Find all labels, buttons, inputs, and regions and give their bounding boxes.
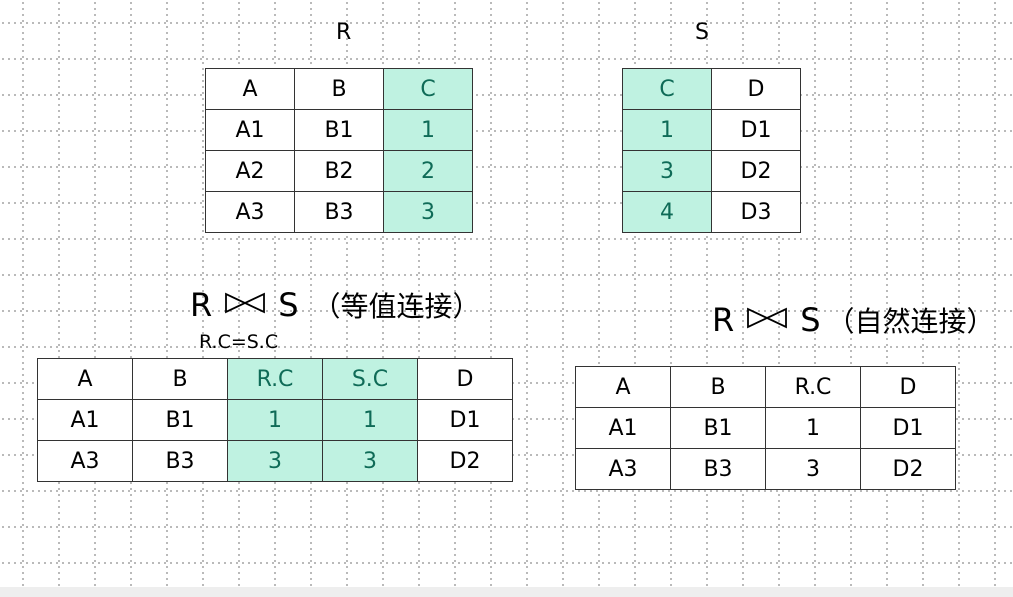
table-cell: 1 xyxy=(622,109,712,151)
column-header: D xyxy=(711,68,801,110)
table-row: A2 B2 2 xyxy=(205,150,473,192)
table-cell: D2 xyxy=(417,440,513,482)
table-cell: 3 xyxy=(227,440,323,482)
table-row: A1 B1 1 1 D1 xyxy=(37,399,513,441)
column-header: A xyxy=(205,68,295,110)
column-header: B xyxy=(670,366,766,408)
table-row: A3 B3 3 3 D2 xyxy=(37,440,513,482)
table-header-row: A B R.C S.C D xyxy=(37,358,513,400)
table-cell: A3 xyxy=(575,448,671,490)
table-cell: B1 xyxy=(132,399,228,441)
table-row: A3 B3 3 D2 xyxy=(575,448,956,490)
equijoin-note: （等值连接） xyxy=(312,290,481,323)
table-cell: A1 xyxy=(37,399,133,441)
table-cell: B1 xyxy=(670,407,766,449)
table-header-row: CD xyxy=(622,68,801,110)
bottom-strip xyxy=(0,587,1013,597)
column-header: A xyxy=(575,366,671,408)
column-header: B xyxy=(132,358,228,400)
table-cell: A2 xyxy=(205,150,295,192)
table-cell: B3 xyxy=(670,448,766,490)
equijoin-right-relation: S xyxy=(278,286,299,324)
table-cell: A1 xyxy=(205,109,295,151)
dotted-grid-canvas xyxy=(0,0,1013,587)
table-cell: 1 xyxy=(322,399,418,441)
column-header: R.C xyxy=(227,358,323,400)
relation-s-title: S xyxy=(695,20,709,45)
table-cell: B2 xyxy=(294,150,384,192)
table-cell: A1 xyxy=(575,407,671,449)
column-header: D xyxy=(417,358,513,400)
column-header: D xyxy=(860,366,956,408)
table-cell: D2 xyxy=(711,150,801,192)
table-cell: 1 xyxy=(227,399,323,441)
natural-join-note: （自然连接） xyxy=(826,305,995,338)
equijoin-left-relation: R xyxy=(190,286,213,324)
table-cell: 1 xyxy=(383,109,473,151)
column-header: C xyxy=(622,68,712,110)
table-row: A1 B1 1 D1 xyxy=(575,407,956,449)
table-cell: B1 xyxy=(294,109,384,151)
column-header: S.C xyxy=(322,358,418,400)
table-header-row: A B R.C D xyxy=(575,366,956,408)
table-cell: D1 xyxy=(860,407,956,449)
table-cell: A3 xyxy=(37,440,133,482)
table-cell: D2 xyxy=(860,448,956,490)
table-cell: 3 xyxy=(622,150,712,192)
table-header-row: ABC xyxy=(205,68,473,110)
table-row: 3 D2 xyxy=(622,150,801,192)
equijoin-result-table: A B R.C S.C D A1 B1 1 1 D1 A3 B3 3 3 D2 xyxy=(37,358,513,482)
table-cell: D1 xyxy=(417,399,513,441)
natural-join-left-relation: R xyxy=(712,301,735,339)
column-header: C xyxy=(383,68,473,110)
bowtie-join-icon xyxy=(224,291,266,319)
table-cell: B3 xyxy=(294,191,384,233)
bowtie-join-icon xyxy=(746,306,788,334)
table-cell: 3 xyxy=(322,440,418,482)
table-cell: B3 xyxy=(132,440,228,482)
natural-join-result-table: A B R.C D A1 B1 1 D1 A3 B3 3 D2 xyxy=(575,366,956,490)
natural-join-right-relation: S xyxy=(800,301,821,339)
table-cell: 3 xyxy=(765,448,861,490)
table-cell: 1 xyxy=(765,407,861,449)
relation-s-table: C D 1 D1 3 D2 4 D3 xyxy=(622,68,801,233)
relation-r-title: R xyxy=(336,20,352,45)
table-cell: 2 xyxy=(383,150,473,192)
relation-r-table: A B C A1 B1 1 A2 B2 2 A3 B3 3 xyxy=(205,68,473,233)
table-cell: D1 xyxy=(711,109,801,151)
column-header: A xyxy=(37,358,133,400)
table-cell: 4 xyxy=(622,191,712,233)
table-row: A1 B1 1 xyxy=(205,109,473,151)
column-header: R.C xyxy=(765,366,861,408)
equijoin-condition: R.C=S.C xyxy=(199,331,279,353)
equijoin-title: R S （等值连接） xyxy=(190,285,481,325)
table-row: 1 D1 xyxy=(622,109,801,151)
table-row: 4 D3 xyxy=(622,191,801,233)
table-row: A3 B3 3 xyxy=(205,191,473,233)
table-cell: 3 xyxy=(383,191,473,233)
table-cell: D3 xyxy=(711,191,801,233)
table-cell: A3 xyxy=(205,191,295,233)
column-header: B xyxy=(294,68,384,110)
natural-join-title: R S （自然连接） xyxy=(712,300,995,340)
